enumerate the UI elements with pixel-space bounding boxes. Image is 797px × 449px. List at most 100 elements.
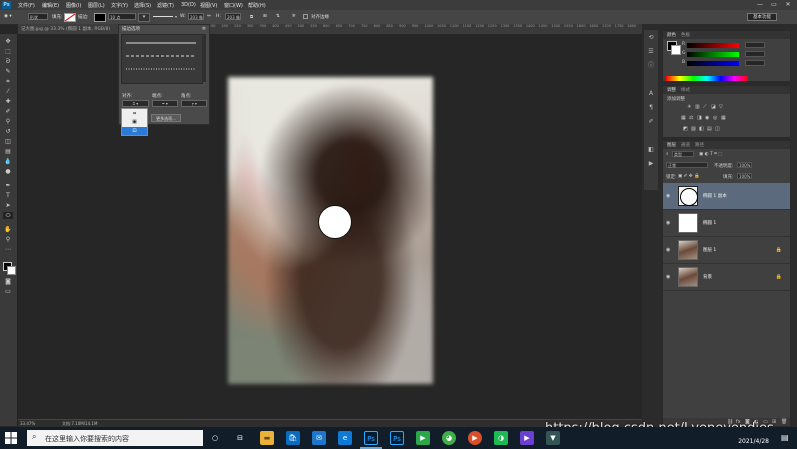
- panel-background-swatch[interactable]: [671, 45, 681, 55]
- move-tool-icon[interactable]: ✥: [3, 38, 13, 45]
- media-player-icon[interactable]: ▶: [416, 431, 430, 445]
- b-slider[interactable]: [687, 61, 739, 66]
- brush-tool-icon[interactable]: ✐: [3, 108, 13, 115]
- menu-file[interactable]: 文件(F): [18, 2, 35, 9]
- stroke-width-field[interactable]: 10 点: [108, 13, 136, 20]
- gear-icon[interactable]: ✲: [292, 14, 296, 19]
- layer-name[interactable]: 图层 1: [703, 247, 716, 253]
- posterize-icon[interactable]: ▨: [691, 126, 696, 132]
- dodge-tool-icon[interactable]: ●: [3, 168, 13, 175]
- layer-name[interactable]: 背景: [703, 274, 712, 280]
- menu-view[interactable]: 视图(V): [200, 2, 217, 9]
- path-alignment-icon[interactable]: ⊞: [263, 14, 267, 19]
- layer-name[interactable]: 椭圆 1: [703, 220, 716, 226]
- layer-row[interactable]: ◉ 椭圆 1 副本: [663, 183, 790, 210]
- minimize-button[interactable]: —: [754, 1, 766, 9]
- stroke-width-dropdown-icon[interactable]: ▾: [138, 13, 150, 22]
- eye-icon[interactable]: ◉: [666, 274, 670, 280]
- blur-tool-icon[interactable]: 💧: [3, 158, 13, 165]
- fill-field[interactable]: 100%: [737, 173, 752, 179]
- actions-panel-icon[interactable]: ▶: [647, 160, 655, 168]
- quick-mask-icon[interactable]: ◙: [3, 278, 13, 285]
- menu-type[interactable]: 文字(Y): [111, 2, 128, 9]
- more-options-button[interactable]: 更多选项...: [151, 114, 181, 122]
- menu-3d[interactable]: 3D(D): [181, 2, 196, 8]
- healing-brush-tool-icon[interactable]: ✚: [3, 98, 13, 105]
- video-app-icon[interactable]: ◑: [494, 431, 508, 445]
- color-lookup-icon[interactable]: ▦: [721, 115, 726, 121]
- close-button[interactable]: ✕: [782, 1, 794, 9]
- photoshop-taskbar-icon[interactable]: Ps: [364, 431, 378, 445]
- crop-tool-icon[interactable]: ⌗: [3, 78, 13, 85]
- tool-preset-icon[interactable]: ◉ ▾: [4, 14, 12, 19]
- path-operations-icon[interactable]: ⧉: [250, 14, 253, 20]
- gradient-tool-icon[interactable]: ▤: [3, 148, 13, 155]
- photoshop-taskbar-icon-2[interactable]: Ps: [390, 431, 404, 445]
- paragraph-panel-icon[interactable]: ¶: [647, 104, 655, 112]
- opacity-field[interactable]: 100%: [737, 162, 752, 168]
- clock-date[interactable]: 2021/4/28: [738, 438, 769, 445]
- type-tool-icon[interactable]: T: [3, 192, 13, 199]
- g-value-field[interactable]: [745, 51, 765, 57]
- zoom-level[interactable]: 33.47%: [20, 421, 35, 426]
- clone-stamp-tool-icon[interactable]: ⚲: [3, 118, 13, 125]
- path-arrangement-icon[interactable]: ⇅: [276, 14, 280, 19]
- height-field[interactable]: 203 像: [225, 13, 241, 20]
- b-value-field[interactable]: [745, 60, 765, 66]
- taskbar-search-box[interactable]: ⌕ 在这里输入你要搜索的内容: [27, 430, 203, 446]
- menu-help[interactable]: 帮助(H): [248, 2, 266, 9]
- properties-panel-icon[interactable]: ☰: [647, 48, 655, 56]
- windows-start-icon[interactable]: [5, 432, 17, 444]
- align-outside-option[interactable]: ⊡: [122, 127, 147, 135]
- stroke-type-select[interactable]: ▾: [153, 14, 179, 19]
- g-slider[interactable]: [687, 52, 739, 57]
- layer-name[interactable]: 椭圆 1 副本: [703, 193, 727, 199]
- blend-mode-select[interactable]: 正常: [666, 162, 708, 168]
- levels-icon[interactable]: ▥: [695, 104, 700, 110]
- stroke-presets-list[interactable]: [121, 34, 203, 84]
- tab-adjustments[interactable]: 调整: [667, 87, 676, 93]
- workspace-select[interactable]: 基本功能: [747, 13, 777, 21]
- tab-color[interactable]: 颜色: [667, 32, 676, 38]
- eraser-tool-icon[interactable]: ◫: [3, 138, 13, 145]
- tab-paths[interactable]: 路径: [695, 142, 704, 148]
- layer-row[interactable]: ◉ 图层 1 🔒: [663, 237, 790, 264]
- fill-swatch[interactable]: [64, 13, 76, 22]
- threshold-icon[interactable]: ◧: [699, 126, 704, 132]
- chrome-icon[interactable]: ▶: [468, 431, 482, 445]
- background-color-swatch[interactable]: [7, 266, 16, 275]
- maximize-button[interactable]: ▭: [768, 1, 780, 9]
- menu-layer[interactable]: 图层(L): [88, 2, 105, 9]
- align-select[interactable]: ⌗ ▾: [122, 100, 149, 107]
- info-panel-icon[interactable]: ⓘ: [647, 62, 655, 70]
- dashed-stroke-preset[interactable]: [126, 54, 196, 58]
- menu-filter[interactable]: 滤镜(T): [157, 2, 174, 9]
- character-panel-icon[interactable]: A: [647, 90, 655, 98]
- document-tab[interactable]: 记大图.jpg @ 33.3% (椭圆 1 副本, RGB/8): [18, 24, 118, 34]
- width-field[interactable]: 203 像: [188, 13, 204, 20]
- stroke-presets-scrollbar[interactable]: [202, 34, 206, 82]
- tab-layers[interactable]: 图层: [667, 142, 676, 148]
- stroke-swatch[interactable]: [94, 13, 106, 22]
- history-panel-icon[interactable]: ⟲: [647, 34, 655, 42]
- align-center-option[interactable]: ▣: [122, 118, 147, 126]
- navigator-panel-icon[interactable]: ◧: [647, 146, 655, 154]
- dotted-stroke-preset[interactable]: [126, 67, 196, 71]
- align-edges-checkbox[interactable]: [303, 14, 308, 19]
- link-icon[interactable]: ⇔: [207, 14, 211, 19]
- stroke-options-gear-icon[interactable]: ✲: [202, 26, 206, 32]
- eye-icon[interactable]: ◉: [666, 247, 670, 253]
- gradient-map-icon[interactable]: ▤: [707, 126, 712, 132]
- wechat-icon[interactable]: ◕: [442, 431, 456, 445]
- solid-stroke-preset[interactable]: [126, 41, 196, 45]
- quick-select-tool-icon[interactable]: ✎: [3, 68, 13, 75]
- menu-image[interactable]: 图像(I): [66, 2, 81, 9]
- vpn-app-icon[interactable]: ▶: [520, 431, 534, 445]
- vibrance-icon[interactable]: ▽: [719, 104, 723, 110]
- curves-icon[interactable]: ⟋: [703, 104, 707, 110]
- more-tools-icon[interactable]: ⋯: [3, 246, 13, 253]
- tab-channels[interactable]: 通道: [681, 142, 690, 148]
- brightness-icon[interactable]: ☀: [687, 104, 691, 110]
- edge-icon[interactable]: e: [338, 431, 352, 445]
- delete-layer-icon[interactable]: 🗑: [781, 419, 787, 425]
